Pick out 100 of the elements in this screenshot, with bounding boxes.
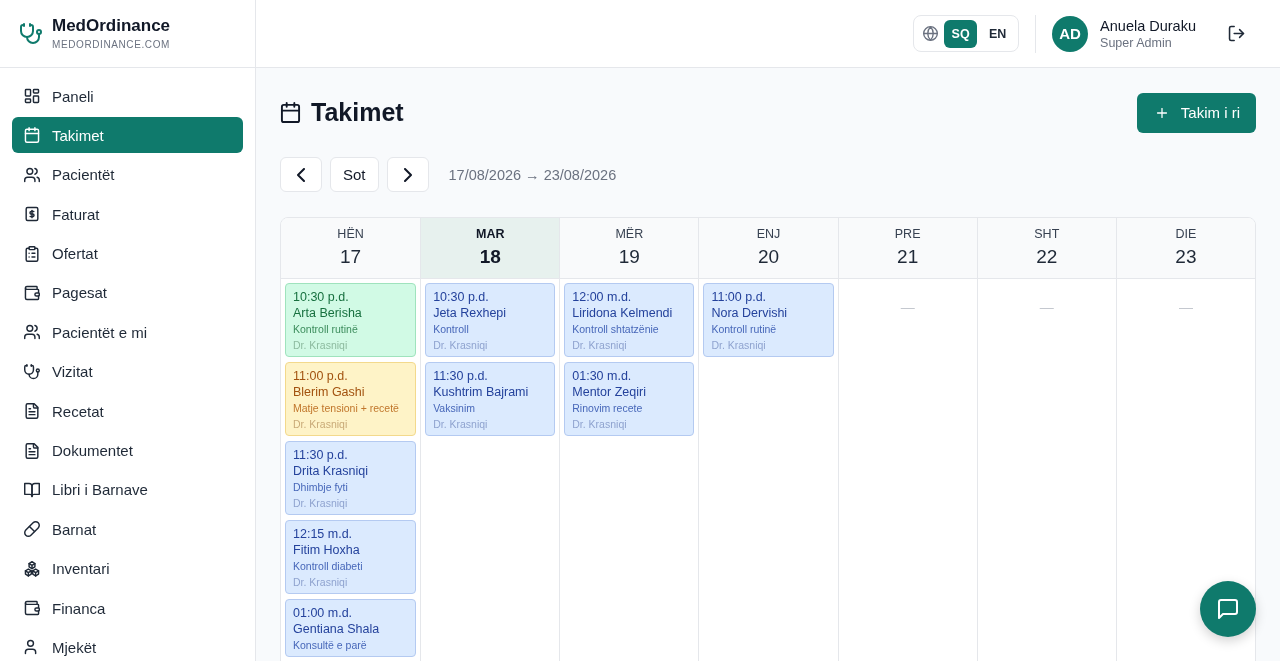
previous-button[interactable]	[280, 157, 322, 192]
appointment-card[interactable]: 11:00 p.d. Nora Dervishi Kontroll rutinë Dr. Krasniqi	[703, 283, 834, 357]
chevron-right-icon	[403, 167, 412, 182]
globe-icon	[923, 26, 939, 41]
new-appointment-button[interactable]: Takim i ri	[1136, 92, 1256, 133]
grid-icon	[24, 88, 40, 104]
clipboard-icon	[24, 245, 40, 262]
sidebar-item[interactable]: Recetat	[12, 393, 243, 430]
sidebar-item[interactable]: Vizitat	[12, 353, 243, 390]
page-title: Takimet	[311, 98, 404, 127]
weekday-label: SHT	[1034, 227, 1060, 242]
brand-name: MedOrdinance	[52, 16, 171, 36]
day-number: 21	[897, 245, 919, 269]
patient-name: Drita Krasniqi	[293, 463, 370, 479]
doctor-name: Dr. Krasniqi	[711, 338, 767, 353]
wallet-icon	[24, 284, 40, 301]
sidebar-item[interactable]: Mjekët	[12, 629, 243, 661]
patient-name: Jeta Rexhepi	[433, 305, 508, 321]
sidebar-item[interactable]: Dokumentet	[12, 432, 243, 469]
sidebar-item[interactable]: Faturat	[12, 196, 243, 233]
empty-day-label: —	[1177, 298, 1194, 315]
appointment-time: 10:30 p.d.	[293, 289, 350, 305]
weekday-label: MËR	[615, 227, 644, 242]
boxes-icon	[24, 560, 40, 577]
doctor-name: Dr. Krasniqi	[572, 338, 628, 353]
doctor-name: Dr. Krasniqi	[293, 338, 349, 353]
day-number: 20	[757, 245, 780, 269]
sidebar-item[interactable]: Takimet	[12, 117, 243, 154]
weekday-label: HËN	[337, 227, 364, 242]
appointment-card[interactable]: 11:00 p.d. Blerim Gashi Matje tensioni + recetë Dr. Krasniqi	[285, 362, 417, 436]
chevron-left-icon	[297, 167, 305, 182]
sidebar-item[interactable]: Pacientët	[12, 156, 243, 193]
dollar-receipt-icon	[24, 206, 40, 223]
empty-day-label: —	[1038, 298, 1055, 315]
patient-name: Gentiana Shala	[293, 621, 381, 637]
doctor-name: Dr. Krasniqi	[293, 496, 349, 511]
appointment-card[interactable]: 10:30 p.d. Arta Berisha Kontroll rutinë Dr. Krasniqi	[285, 283, 417, 357]
book-icon	[24, 481, 40, 498]
patient-name: Liridona Kelmendi	[572, 305, 674, 321]
day-number: 19	[618, 245, 640, 269]
appointment-time: 10:30 p.d.	[433, 289, 490, 305]
sidebar-item[interactable]: Ofertat	[12, 235, 243, 272]
sidebar-item[interactable]: Pagesat	[12, 274, 243, 311]
appointment-card[interactable]: 10:30 p.d. Jeta Rexhepi Kontroll Dr. Krasniqi	[425, 283, 556, 357]
sidebar-item[interactable]: Financa	[12, 590, 243, 627]
chat-icon	[1217, 598, 1239, 620]
appointment-reason: Rinovim recete	[572, 401, 644, 416]
appointment-card[interactable]: 11:30 p.d. Kushtrim Bajrami Vaksinim Dr. Krasniqi	[425, 362, 556, 436]
appointment-time: 12:15 m.d.	[293, 526, 354, 542]
weekday-label: PRE	[894, 227, 921, 242]
patient-name: Mentor Zeqiri	[572, 384, 647, 400]
plus-icon	[1154, 105, 1169, 120]
sidebar-item[interactable]: Barnat	[12, 511, 243, 548]
language-option[interactable]: SQ	[944, 19, 978, 48]
appointment-card[interactable]: 12:15 m.d. Fitim Hoxha Kontroll diabeti Dr. Krasniqi	[285, 520, 417, 594]
appointment-time: 01:00 m.d.	[293, 605, 354, 621]
day-number: 22	[1036, 245, 1058, 269]
appointment-reason: Kontroll	[433, 322, 470, 337]
weekday-label: MAR	[475, 227, 505, 242]
day-number: 23	[1175, 245, 1197, 269]
patient-name: Fitim Hoxha	[293, 542, 361, 558]
appointment-reason: Matje tensioni + recetë	[293, 401, 400, 416]
brand-domain: MEDORDINANCE.COM	[52, 38, 171, 51]
doctor-name: Dr. Krasniqi	[572, 417, 628, 432]
appointment-card[interactable]: 11:30 p.d. Drita Krasniqi Dhimbje fyti Dr. Krasniqi	[285, 441, 417, 515]
doctor-name: Dr. Krasniqi	[293, 575, 349, 590]
appointment-reason: Kontroll rutinë	[293, 322, 359, 337]
sidebar-item[interactable]: Libri i Barnave	[12, 471, 243, 508]
next-button[interactable]	[386, 157, 429, 192]
appointment-card[interactable]: 01:00 m.d. Gentiana Shala Konsultë e parë	[285, 599, 417, 657]
appointment-card[interactable]: 12:00 m.d. Liridona Kelmendi Kontroll shtatzënie Dr. Krasniqi	[564, 283, 695, 357]
pill-icon	[24, 521, 40, 538]
weekday-label: ENJ	[756, 227, 781, 242]
day-number: 18	[479, 245, 501, 269]
appointment-reason: Dhimbje fyti	[293, 480, 349, 495]
patient-name: Arta Berisha	[293, 305, 363, 321]
user-avatar: AD	[1052, 15, 1089, 52]
today-button[interactable]: Sot	[330, 157, 379, 192]
appointment-reason: Kontroll diabeti	[293, 559, 364, 574]
sidebar-item[interactable]: Inventari	[12, 550, 243, 587]
language-option[interactable]: EN	[981, 19, 1015, 48]
appointment-time: 11:30 p.d.	[293, 447, 349, 463]
date-range: 17/08/2026 → 23/08/2026	[448, 166, 617, 183]
doctor-name: Dr. Krasniqi	[433, 338, 489, 353]
doctor-name: Dr. Krasniqi	[433, 417, 489, 432]
sidebar-item[interactable]: Pacientët e mi	[12, 314, 243, 351]
calendar-icon	[24, 127, 40, 144]
logout-icon	[1227, 25, 1245, 42]
sidebar-item[interactable]: Paneli	[12, 78, 243, 114]
users-icon	[24, 324, 40, 341]
calendar-icon	[280, 102, 301, 123]
patient-name: Nora Dervishi	[711, 305, 789, 321]
appointment-card[interactable]: 01:30 m.d. Mentor Zeqiri Rinovim recete Dr. Krasniqi	[564, 362, 695, 436]
appointment-reason: Konsultë e parë	[293, 638, 368, 653]
appointment-time: 11:00 p.d.	[293, 368, 349, 384]
stethoscope-icon	[20, 22, 42, 45]
weekday-label: DIE	[1175, 227, 1197, 242]
wallet-icon	[24, 600, 40, 617]
document-icon	[24, 442, 40, 459]
stethoscope-icon	[24, 363, 40, 380]
